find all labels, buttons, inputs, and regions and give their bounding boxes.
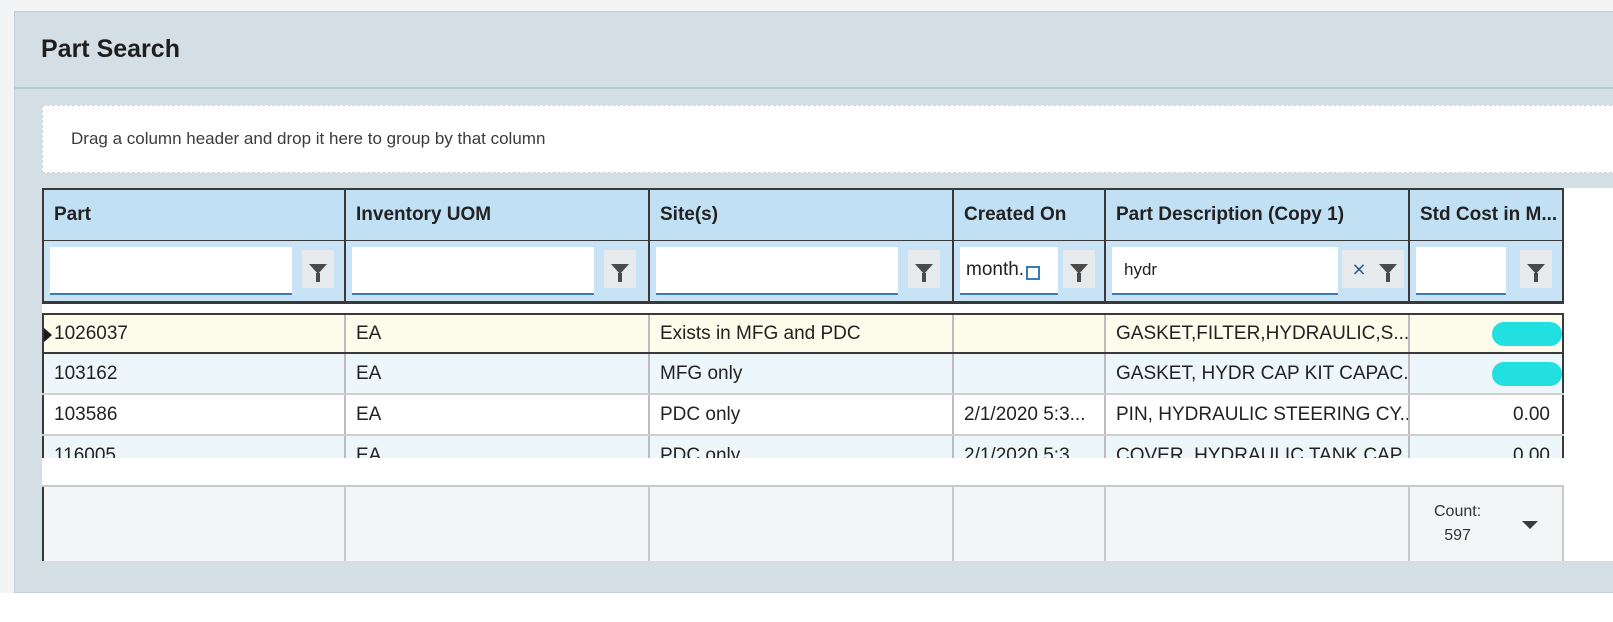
funnel-icon: [309, 264, 327, 282]
created-on-cell: 2/1/2020 5:3...: [954, 395, 1106, 434]
part-filter-input[interactable]: [50, 247, 292, 295]
uom-cell: EA: [346, 315, 650, 352]
row-indicator-icon: [44, 328, 52, 342]
column-header-sites[interactable]: Site(s): [650, 190, 954, 240]
description-cell: COVER, HYDRAULIC TANK CAP...: [1106, 436, 1410, 458]
funnel-icon: [915, 264, 933, 282]
std-cost-filter-input[interactable]: [1416, 247, 1506, 295]
filter-cell-std-cost: [1410, 241, 1564, 301]
redaction-mark: [1492, 361, 1562, 386]
filter-cell-sites: [650, 241, 954, 301]
created-on-filter-value: month.: [966, 259, 1025, 280]
filter-cell-description: hydr ⨯: [1106, 241, 1410, 301]
sites-cell: PDC only: [650, 436, 954, 458]
uom-filter-input[interactable]: [352, 247, 594, 295]
panel-body: Drag a column header and drop it here to…: [15, 89, 1613, 592]
column-header-std-cost[interactable]: Std Cost in M...: [1410, 190, 1564, 240]
sites-cell: Exists in MFG and PDC: [650, 315, 954, 352]
description-filter-button[interactable]: [1372, 250, 1404, 288]
std-cost-cell: [1410, 315, 1564, 352]
count-value: 597: [1444, 527, 1471, 544]
created-on-filter-input[interactable]: month.: [960, 247, 1058, 295]
description-filter-input[interactable]: hydr: [1112, 247, 1338, 295]
uom-filter-button[interactable]: [604, 250, 636, 288]
part-value: 1026037: [54, 322, 128, 344]
panel-header: Part Search: [15, 12, 1613, 89]
grid-header-row: Part Inventory UOM Site(s) Created On Pa…: [42, 188, 1564, 241]
created-on-cell: [954, 315, 1106, 352]
filter-cell-created-on: month.: [954, 241, 1106, 301]
std-cost-filter-button[interactable]: [1520, 250, 1552, 288]
grid-data-area[interactable]: 1026037 EA Exists in MFG and PDC GASKET,…: [42, 313, 1613, 458]
footer-cell: [346, 487, 650, 561]
filter-cell-uom: [346, 241, 650, 301]
page-title: Part Search: [41, 35, 180, 63]
footer-cell: [42, 487, 346, 561]
funnel-icon: [1379, 264, 1397, 282]
std-cost-cell: 0.00: [1410, 395, 1564, 434]
uom-cell: EA: [346, 354, 650, 393]
filter-cell-part: [42, 241, 346, 301]
count-summary-cell: Count: 597: [1410, 487, 1564, 561]
group-by-drop-area[interactable]: Drag a column header and drop it here to…: [42, 105, 1613, 173]
column-header-created-on[interactable]: Created On: [954, 190, 1106, 240]
calendar-icon[interactable]: [1026, 266, 1041, 280]
uom-cell: EA: [346, 395, 650, 434]
sites-filter-button[interactable]: [908, 250, 940, 288]
created-on-cell: 2/1/2020 5:3...: [954, 436, 1106, 458]
description-cell: GASKET,FILTER,HYDRAULIC,S...: [1106, 315, 1410, 352]
table-row[interactable]: 116005 EA PDC only 2/1/2020 5:3... COVER…: [42, 436, 1564, 458]
grid-filter-row: month. hydr ⨯: [42, 241, 1564, 304]
page-bottom: [0, 593, 1613, 622]
count-label: Count:: [1434, 503, 1482, 520]
grid-footer-row: Count: 597: [42, 485, 1564, 561]
footer-cell: [1106, 487, 1410, 561]
part-cell: 1026037: [42, 315, 346, 352]
funnel-icon: [1070, 264, 1088, 282]
description-cell: GASKET, HYDR CAP KIT CAPAC...: [1106, 354, 1410, 393]
group-by-hint: Drag a column header and drop it here to…: [71, 129, 546, 148]
funnel-icon: [611, 264, 629, 282]
table-row[interactable]: 103162 EA MFG only GASKET, HYDR CAP KIT …: [42, 354, 1564, 395]
uom-cell: EA: [346, 436, 650, 458]
part-cell: 103162: [42, 354, 346, 393]
column-header-part[interactable]: Part: [42, 190, 346, 240]
std-cost-cell: [1410, 354, 1564, 393]
part-cell: 103586: [42, 395, 346, 434]
description-cell: PIN, HYDRAULIC STEERING CY...: [1106, 395, 1410, 434]
count-summary: Count: 597: [1434, 500, 1481, 548]
created-on-filter-button[interactable]: [1063, 250, 1095, 288]
funnel-icon: [1527, 264, 1545, 282]
table-row[interactable]: 1026037 EA Exists in MFG and PDC GASKET,…: [42, 313, 1564, 354]
sites-cell: PDC only: [650, 395, 954, 434]
part-search-panel: Part Search Drag a column header and dro…: [14, 11, 1613, 593]
table-row[interactable]: 103586 EA PDC only 2/1/2020 5:3... PIN, …: [42, 395, 1564, 436]
column-header-inventory-uom[interactable]: Inventory UOM: [346, 190, 650, 240]
std-cost-cell: 0.00: [1410, 436, 1564, 458]
redaction-mark: [1492, 321, 1562, 346]
sites-cell: MFG only: [650, 354, 954, 393]
footer-cell: [650, 487, 954, 561]
part-filter-button[interactable]: [302, 250, 334, 288]
created-on-cell: [954, 354, 1106, 393]
parts-grid: Part Inventory UOM Site(s) Created On Pa…: [42, 188, 1613, 561]
footer-cell: [954, 487, 1106, 561]
clear-filter-icon[interactable]: ⨯: [1342, 250, 1376, 288]
sites-filter-input[interactable]: [656, 247, 898, 295]
chevron-down-icon[interactable]: [1522, 521, 1538, 529]
part-cell: 116005: [42, 436, 346, 458]
column-header-part-description[interactable]: Part Description (Copy 1): [1106, 190, 1410, 240]
